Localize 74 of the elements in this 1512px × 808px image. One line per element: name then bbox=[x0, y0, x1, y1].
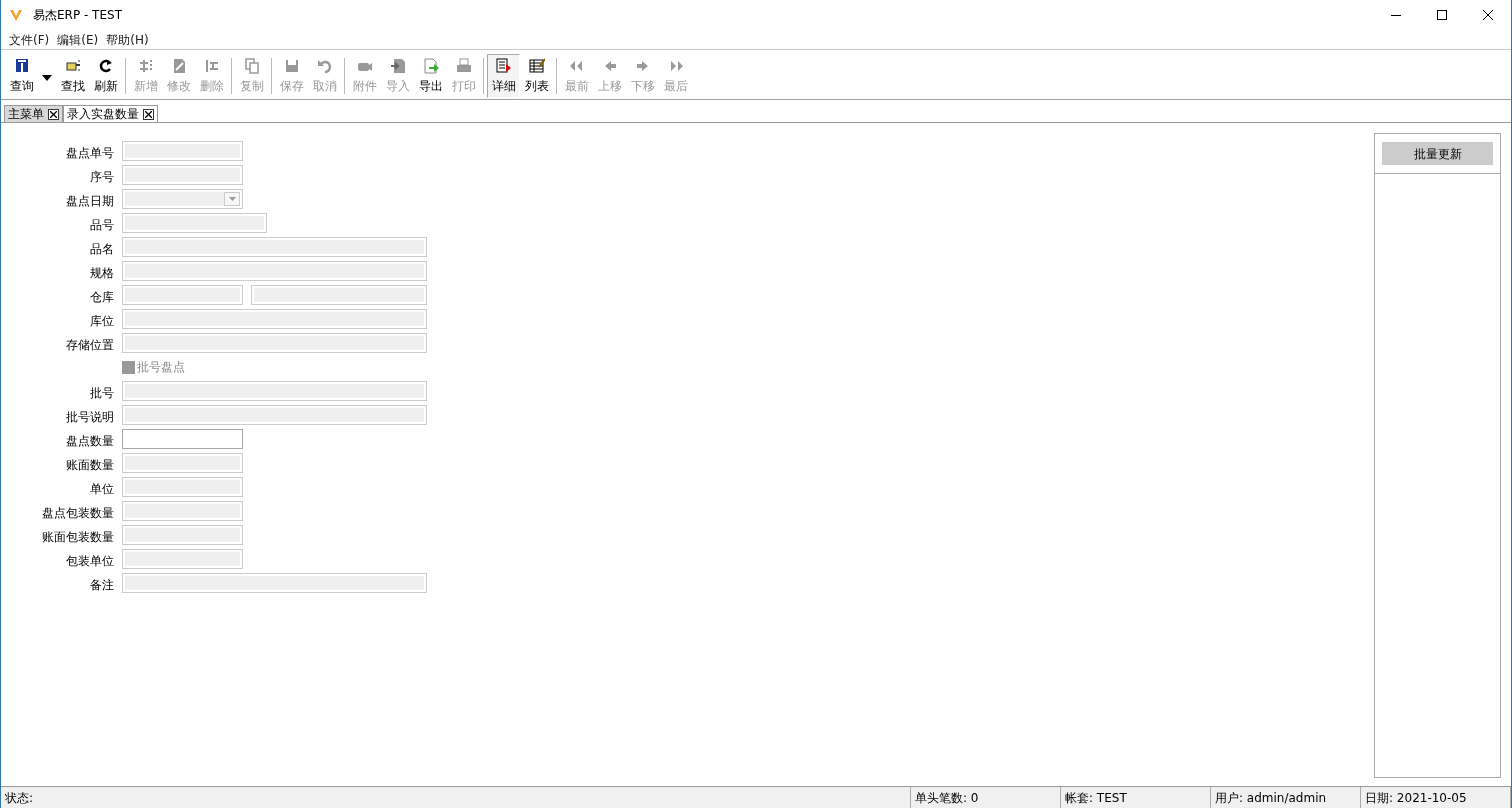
status-cell: 单头笔数: 0 bbox=[911, 787, 1061, 808]
close-icon bbox=[145, 110, 152, 118]
tab-close-button[interactable] bbox=[143, 108, 154, 120]
save-icon bbox=[283, 57, 300, 74]
input-field[interactable] bbox=[122, 573, 427, 593]
tab-close-button[interactable] bbox=[48, 108, 59, 120]
input-field[interactable] bbox=[122, 237, 427, 257]
checkbox-label: 批号盘点 bbox=[137, 359, 185, 376]
refresh-icon bbox=[97, 57, 114, 74]
field-label: 批号 bbox=[89, 385, 114, 402]
input-field[interactable] bbox=[122, 309, 427, 329]
input-field[interactable] bbox=[122, 213, 267, 233]
field-label: 品名 bbox=[89, 241, 114, 258]
input-field[interactable] bbox=[122, 429, 243, 449]
field-label: 盘点单号 bbox=[65, 145, 114, 162]
close-icon bbox=[1483, 10, 1493, 20]
copy-icon bbox=[243, 57, 260, 74]
table-list-icon bbox=[528, 57, 545, 74]
status-cell: 用户: admin/admin bbox=[1211, 787, 1361, 808]
menu-item[interactable]: 编辑(E) bbox=[53, 30, 103, 49]
input-field[interactable] bbox=[122, 141, 243, 161]
input-field[interactable] bbox=[122, 381, 427, 401]
caret-icon bbox=[228, 197, 236, 201]
toolbar-button[interactable]: 查找 bbox=[56, 53, 89, 98]
field-label: 盘点日期 bbox=[65, 193, 114, 210]
undo-icon bbox=[316, 57, 333, 74]
input-field[interactable] bbox=[122, 549, 243, 569]
toolbar-button[interactable]: 查询 bbox=[5, 53, 38, 98]
input-field[interactable] bbox=[122, 165, 243, 185]
export-icon bbox=[422, 57, 439, 74]
input-field[interactable] bbox=[122, 525, 243, 545]
input-field[interactable] bbox=[122, 333, 427, 353]
field-label: 品号 bbox=[89, 217, 114, 234]
input-field[interactable] bbox=[122, 501, 243, 521]
field-label: 库位 bbox=[89, 313, 114, 330]
tab[interactable]: 录入实盘数量 bbox=[63, 105, 158, 122]
batch-update-button[interactable]: 批量更新 bbox=[1382, 142, 1493, 165]
field-label: 序号 bbox=[89, 169, 114, 186]
window-title: 易杰ERP - TEST bbox=[33, 7, 122, 24]
printer-icon bbox=[455, 57, 472, 74]
input-field[interactable] bbox=[122, 261, 427, 281]
logo-icon bbox=[9, 8, 23, 22]
field-label: 盘点数量 bbox=[65, 433, 114, 450]
field-label: 单位 bbox=[89, 481, 114, 498]
field-label: 存储位置 bbox=[65, 337, 114, 354]
toolbar-button[interactable]: 刷新 bbox=[89, 53, 122, 98]
input-field[interactable] bbox=[122, 477, 243, 497]
toolbar-button[interactable]: 导出 bbox=[414, 53, 447, 98]
input-field[interactable] bbox=[122, 189, 243, 209]
close-icon bbox=[50, 110, 57, 118]
field-label: 盘点包装数量 bbox=[41, 505, 114, 522]
tab[interactable]: 主菜单 bbox=[4, 105, 63, 122]
caret-icon bbox=[42, 75, 52, 81]
status-cell: 帐套: TEST bbox=[1061, 787, 1211, 808]
status-cell: 状态: bbox=[1, 787, 911, 808]
status-cell: 日期: 2021-10-05 bbox=[1361, 787, 1511, 808]
input-field[interactable] bbox=[122, 405, 427, 425]
field-label: 批号说明 bbox=[65, 409, 114, 426]
field-label: 仓库 bbox=[89, 289, 114, 306]
import-icon bbox=[389, 57, 406, 74]
input-field[interactable] bbox=[122, 453, 243, 473]
menu-item[interactable]: 帮助(H) bbox=[102, 30, 153, 49]
field-label: 包装单位 bbox=[65, 553, 114, 570]
field-label: 账面数量 bbox=[65, 457, 114, 474]
detail-document-icon bbox=[495, 57, 512, 74]
toolbar-button[interactable]: 详细 bbox=[487, 53, 520, 98]
toolbar-button[interactable]: 列表 bbox=[520, 53, 553, 98]
input-field[interactable] bbox=[122, 285, 243, 305]
input-field[interactable] bbox=[251, 285, 427, 305]
field-label: 规格 bbox=[89, 265, 114, 282]
maximize-icon bbox=[1437, 10, 1447, 20]
menu-item[interactable]: 文件(F) bbox=[5, 30, 54, 49]
field-label: 账面包装数量 bbox=[41, 529, 114, 546]
field-label: 备注 bbox=[89, 577, 114, 594]
